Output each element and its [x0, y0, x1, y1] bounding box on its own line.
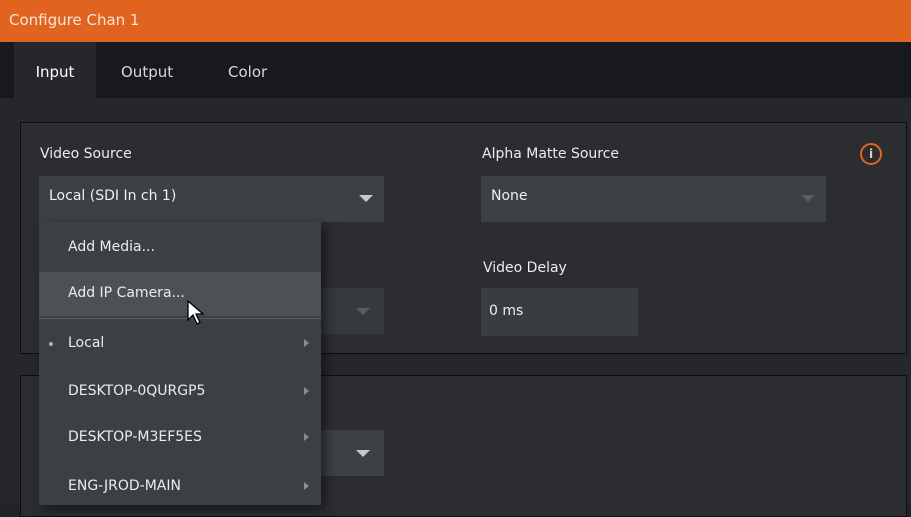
menu-item-desktop-0qurgp5[interactable]: DESKTOP-0QURGP5 [39, 370, 321, 414]
alpha-matte-label: Alpha Matte Source [482, 146, 620, 162]
video-source-select[interactable]: Local (SDI In ch 1) [39, 176, 384, 222]
submenu-arrow-icon [304, 433, 309, 441]
alpha-matte-select[interactable]: None [481, 176, 826, 222]
submenu-arrow-icon [304, 387, 309, 395]
submenu-arrow-icon [304, 339, 309, 347]
selected-bullet-icon [49, 342, 53, 346]
submenu-arrow-icon [304, 482, 309, 490]
video-delay-label: Video Delay [483, 260, 567, 276]
video-delay-value: 0 ms [489, 303, 524, 319]
menu-divider [39, 318, 321, 319]
menu-item-local[interactable]: Local [39, 322, 321, 366]
alpha-matte-value: None [491, 188, 528, 204]
chevron-down-icon [359, 195, 373, 202]
info-icon[interactable]: i [860, 143, 882, 165]
tab-color[interactable]: Color [228, 42, 267, 98]
chevron-down-icon [356, 308, 370, 315]
tab-output[interactable]: Output [121, 42, 173, 98]
window-title-bar: Configure Chan 1 [0, 0, 911, 42]
video-delay-field[interactable]: 0 ms [481, 288, 638, 336]
menu-item-eng-jrod-main[interactable]: ENG-JROD-MAIN [39, 465, 321, 505]
menu-item-add-media[interactable]: Add Media... [39, 226, 321, 270]
video-source-value: Local (SDI In ch 1) [49, 188, 177, 204]
window-title: Configure Chan 1 [9, 11, 140, 29]
mouse-pointer-icon [187, 300, 205, 325]
menu-item-add-ip-camera[interactable]: Add IP Camera... [39, 272, 321, 316]
video-source-dropdown-menu: Add Media... Add IP Camera... Local DESK… [39, 222, 321, 505]
menu-item-desktop-m3ef5es[interactable]: DESKTOP-M3EF5ES [39, 416, 321, 460]
video-source-label: Video Source [40, 146, 132, 162]
tab-bar: Input Output Color [0, 42, 911, 98]
chevron-down-icon [356, 450, 370, 457]
chevron-down-icon [801, 195, 815, 202]
tab-input[interactable]: Input [14, 42, 96, 98]
